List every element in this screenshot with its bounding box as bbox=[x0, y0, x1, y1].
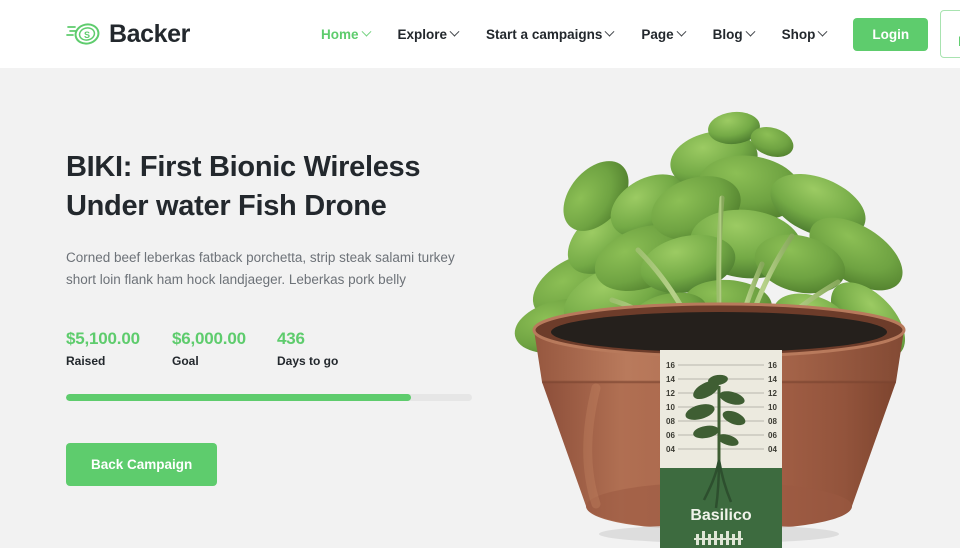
stat-value: $5,100.00 bbox=[66, 328, 140, 348]
svg-text:10: 10 bbox=[768, 403, 777, 412]
svg-text:06: 06 bbox=[768, 431, 777, 440]
seed-label: 16 16 14 14 12 12 10 10 08 08 06 06 04 04 bbox=[660, 350, 782, 548]
brand-logo[interactable]: S Backer bbox=[66, 19, 190, 49]
svg-text:14: 14 bbox=[666, 375, 675, 384]
nav-label: Explore bbox=[397, 26, 448, 42]
label-product-name: Basilico bbox=[690, 507, 752, 524]
nav-label: Start a campaigns bbox=[486, 26, 603, 42]
nav-item-start-a-campaigns[interactable]: Start a campaigns bbox=[486, 26, 615, 42]
main-nav: Home Explore Start a campaigns Page Blog… bbox=[321, 26, 828, 42]
ruler-tick-left: 16 bbox=[666, 361, 675, 370]
nav-item-explore[interactable]: Explore bbox=[397, 26, 460, 42]
funding-progress-bar bbox=[66, 393, 472, 401]
nav-label: Home bbox=[321, 26, 359, 42]
svg-text:S: S bbox=[84, 30, 90, 40]
nav-item-home[interactable]: Home bbox=[321, 26, 371, 42]
svg-text:04: 04 bbox=[768, 445, 777, 454]
chevron-down-icon bbox=[604, 26, 615, 37]
site-header: S Backer Home Explore Start a campaigns … bbox=[0, 0, 960, 68]
funding-progress-fill bbox=[66, 393, 412, 401]
svg-text:14: 14 bbox=[768, 375, 777, 384]
nav-label: Shop bbox=[781, 26, 816, 42]
svg-text:06: 06 bbox=[666, 431, 675, 440]
nav-label: Page bbox=[641, 26, 674, 42]
stat-label: Raised bbox=[66, 353, 106, 368]
chevron-down-icon bbox=[817, 26, 828, 37]
hero-copy: BIKI: First Bionic Wireless Under water … bbox=[66, 148, 486, 486]
label-ruler-panel bbox=[660, 350, 782, 468]
try-demo-button[interactable]: Try Demo bbox=[940, 10, 960, 58]
svg-text:12: 12 bbox=[768, 389, 777, 398]
stat-label: Goal bbox=[172, 353, 199, 368]
brand-name: Backer bbox=[109, 19, 190, 48]
page-title: BIKI: First Bionic Wireless Under water … bbox=[66, 151, 421, 222]
svg-text:10: 10 bbox=[666, 403, 675, 412]
product-image: 16 16 14 14 12 12 10 10 08 08 06 06 04 04 bbox=[500, 68, 960, 548]
campaign-stats: $5,100.00 Raised $6,000.00 Goal 436 Days… bbox=[66, 329, 486, 368]
svg-text:08: 08 bbox=[666, 417, 675, 426]
stat-days-to-go: 436 Days to go bbox=[277, 329, 338, 368]
nav-label: Blog bbox=[712, 26, 743, 42]
money-coin-icon: S bbox=[66, 19, 100, 49]
stat-label: Days to go bbox=[277, 353, 339, 368]
stat-value: $6,000.00 bbox=[172, 328, 246, 348]
svg-text:04: 04 bbox=[666, 445, 675, 454]
nav-item-page[interactable]: Page bbox=[641, 26, 687, 42]
nav-item-blog[interactable]: Blog bbox=[712, 26, 756, 42]
svg-text:12: 12 bbox=[666, 389, 675, 398]
stat-value: 436 bbox=[277, 328, 305, 348]
chevron-down-icon bbox=[361, 26, 371, 37]
hero-section: BIKI: First Bionic Wireless Under water … bbox=[0, 68, 960, 548]
ruler-tick-right: 16 bbox=[768, 361, 777, 370]
stat-raised: $5,100.00 Raised bbox=[66, 329, 172, 368]
back-campaign-button[interactable]: Back Campaign bbox=[66, 442, 218, 486]
login-button[interactable]: Login bbox=[853, 17, 929, 51]
svg-text:08: 08 bbox=[768, 417, 777, 426]
nav-item-shop[interactable]: Shop bbox=[781, 26, 828, 42]
chevron-down-icon bbox=[745, 26, 756, 37]
header-actions: Login Try Demo bbox=[853, 10, 960, 58]
chevron-down-icon bbox=[449, 26, 460, 37]
chevron-down-icon bbox=[676, 26, 687, 37]
stat-goal: $6,000.00 Goal bbox=[172, 329, 277, 368]
hero-description: Corned beef leberkas fatback porchetta, … bbox=[66, 250, 455, 287]
